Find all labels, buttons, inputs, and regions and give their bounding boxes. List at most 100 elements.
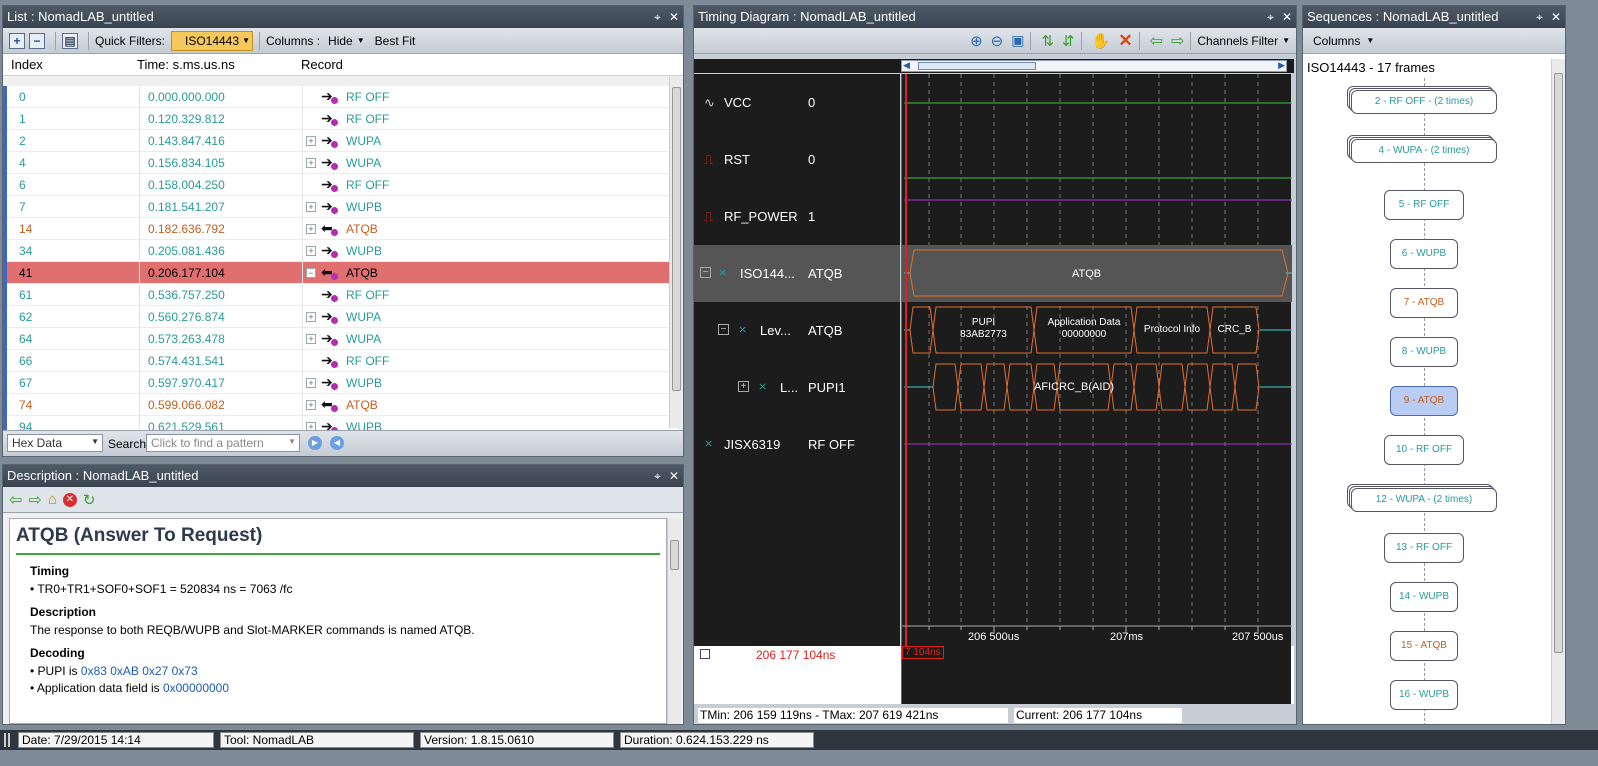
- table-row[interactable]: 34 0.205.081.436 + ➔ WUPB: [3, 240, 677, 262]
- channel-rst[interactable]: ⎍ RST 0: [694, 131, 900, 188]
- expand-toggle-icon[interactable]: +: [306, 378, 316, 388]
- table-row[interactable]: 4 0.156.834.105 + ➔ WUPA: [3, 152, 677, 174]
- description-scrollbar[interactable]: [667, 518, 681, 724]
- table-row[interactable]: 2 0.143.847.416 + ➔ WUPA: [3, 130, 677, 152]
- table-row[interactable]: 66 0.574.431.541 ➔ RF OFF: [3, 350, 677, 372]
- pin-icon[interactable]: ⌖: [654, 469, 661, 483]
- zoom-in-icon[interactable]: ⊕: [970, 32, 983, 50]
- refresh-icon[interactable]: ↻: [83, 491, 96, 509]
- cursor-marker[interactable]: 7 104ns: [902, 646, 944, 659]
- columns-button[interactable]: Columns: [1313, 34, 1360, 48]
- column-header-index[interactable]: Index: [11, 57, 43, 72]
- table-row[interactable]: 67 0.597.970.417 + ➔ WUPB: [3, 372, 677, 394]
- table-row[interactable]: 61 0.536.757.250 ➔ RF OFF: [3, 284, 677, 306]
- table-row[interactable]: 62 0.560.276.874 + ➔ WUPA: [3, 306, 677, 328]
- search-format-select[interactable]: Hex Data ▼: [7, 434, 103, 452]
- search-input[interactable]: Click to find a pattern ▼: [146, 434, 300, 452]
- expand-toggle-icon[interactable]: +: [306, 334, 316, 344]
- table-row[interactable]: 41 0.206.177.104 − ⬅ ATQB: [3, 262, 677, 284]
- zoom-fit-icon[interactable]: ▣: [1011, 32, 1024, 49]
- quick-filter-select[interactable]: ISO14443 ▼: [171, 30, 254, 51]
- close-icon[interactable]: ✕: [669, 10, 679, 24]
- sequences-scrollbar-thumb[interactable]: [1554, 73, 1563, 653]
- table-row[interactable]: 7 0.181.541.207 + ➔ WUPB: [3, 196, 677, 218]
- zoom-out-icon[interactable]: ⊖: [991, 32, 1004, 50]
- expand-toggle-icon[interactable]: +: [306, 246, 316, 256]
- expand-toggle-icon[interactable]: −: [306, 268, 316, 278]
- next-frame-icon[interactable]: ⇨: [1171, 31, 1184, 51]
- app-value-link[interactable]: 0x00000000: [163, 681, 229, 695]
- channel-vcc[interactable]: ∿ VCC 0: [694, 74, 900, 131]
- sequence-item[interactable]: 5 - RF OFF: [1384, 190, 1464, 220]
- expand-toggle-icon[interactable]: +: [738, 381, 749, 392]
- expand-toggle-icon[interactable]: +: [306, 202, 316, 212]
- waveform-area[interactable]: ATQB PUPI 83AB2773 Application Data 000000…: [901, 74, 1292, 646]
- timeline-scrollbar-thumb[interactable]: [918, 62, 1036, 70]
- sequence-item[interactable]: 4 - WUPA - (2 times): [1351, 139, 1497, 163]
- home-icon[interactable]: ⌂: [48, 491, 57, 508]
- expand-toggle-icon[interactable]: +: [306, 312, 316, 322]
- sequence-item[interactable]: 6 - WUPB: [1390, 239, 1458, 269]
- channel-rf-power[interactable]: ⎍ RF_POWER 1: [694, 188, 900, 245]
- sequence-item[interactable]: 2 - RF OFF - (2 times): [1351, 90, 1497, 114]
- sequence-item[interactable]: 10 - RF OFF: [1384, 435, 1464, 465]
- list-scrollbar[interactable]: [669, 77, 683, 428]
- pan-hand-icon[interactable]: ✋: [1092, 32, 1111, 50]
- description-scrollbar-thumb[interactable]: [670, 540, 679, 570]
- back-arrow-icon[interactable]: ⇦: [9, 490, 22, 510]
- expand-toggle-icon[interactable]: +: [306, 136, 316, 146]
- channel-sublevel[interactable]: + ⨯ L... PUPI1: [694, 359, 900, 416]
- list-scrollbar-thumb[interactable]: [672, 87, 681, 391]
- table-row[interactable]: 0 0.000.000.000 ➔ RF OFF: [3, 86, 677, 108]
- close-icon[interactable]: ✕: [669, 469, 679, 483]
- close-icon[interactable]: ✕: [1282, 10, 1292, 24]
- scroll-right-icon[interactable]: ▶: [1278, 60, 1285, 71]
- table-row[interactable]: 6 0.158.004.250 ➔ RF OFF: [3, 174, 677, 196]
- table-row[interactable]: 74 0.599.066.082 + ⬅ ATQB: [3, 394, 677, 416]
- sequence-item[interactable]: 8 - WUPB: [1390, 337, 1458, 367]
- channel-jisx6319[interactable]: ⨯ JISX6319 RF OFF: [694, 416, 900, 473]
- column-header-time[interactable]: Time: s.ms.us.ns: [137, 57, 235, 72]
- channel-level[interactable]: − ⨯ Lev... ATQB: [694, 302, 900, 359]
- prev-frame-icon[interactable]: ⇦: [1150, 31, 1163, 51]
- expand-toggle-icon[interactable]: +: [306, 158, 316, 168]
- table-row[interactable]: 14 0.182.636.792 + ⬅ ATQB: [3, 218, 677, 240]
- column-header-record[interactable]: Record: [301, 57, 343, 72]
- table-row[interactable]: 64 0.573.263.478 + ➔ WUPA: [3, 328, 677, 350]
- pupi-value-link[interactable]: 0x83 0xAB 0x27 0x73: [81, 664, 198, 678]
- collapse-channels-icon[interactable]: ⇵: [1062, 32, 1075, 50]
- sequence-item[interactable]: 14 - WUPB: [1390, 582, 1458, 612]
- sequence-item[interactable]: 12 - WUPA - (2 times): [1351, 488, 1497, 512]
- stop-icon[interactable]: ✕: [62, 492, 77, 507]
- expand-channels-icon[interactable]: ⇅: [1041, 32, 1054, 50]
- forward-arrow-icon[interactable]: ⇨: [28, 490, 41, 510]
- sequence-item[interactable]: 7 - ATQB: [1390, 288, 1458, 318]
- search-prev-icon[interactable]: ◀: [330, 436, 344, 450]
- scroll-left-icon[interactable]: ◀: [903, 60, 910, 71]
- clear-icon[interactable]: ✕: [1118, 31, 1132, 51]
- close-icon[interactable]: ✕: [1551, 10, 1561, 24]
- pin-icon[interactable]: ⌖: [1536, 10, 1543, 24]
- expand-toggle-icon[interactable]: +: [306, 224, 316, 234]
- table-row[interactable]: 1 0.120.329.812 ➔ RF OFF: [3, 108, 677, 130]
- sequences-scrollbar[interactable]: [1551, 59, 1565, 724]
- hide-button[interactable]: Hide: [328, 34, 353, 48]
- sequence-item[interactable]: 9 - ATQB: [1390, 386, 1458, 416]
- sequence-item[interactable]: 15 - ATQB: [1390, 631, 1458, 661]
- sequence-item[interactable]: 16 - WUPB: [1390, 680, 1458, 710]
- timeline-scrollbar-track[interactable]: ◀ ▶: [901, 60, 1287, 72]
- timeline-scrollbar[interactable]: ◀ ▶: [694, 59, 1294, 73]
- collapse-toggle-icon[interactable]: −: [700, 267, 711, 278]
- expand-toggle-icon[interactable]: +: [306, 400, 316, 410]
- expand-all-button[interactable]: +: [9, 32, 25, 49]
- channel-iso14443[interactable]: − ⨯ ISO144... ATQB: [694, 245, 900, 302]
- channels-filter-button[interactable]: Channels Filter: [1197, 34, 1278, 48]
- sequence-item[interactable]: 13 - RF OFF: [1384, 533, 1464, 563]
- pin-icon[interactable]: ⌖: [1267, 10, 1274, 24]
- collapse-toggle-icon[interactable]: −: [718, 324, 729, 335]
- pin-icon[interactable]: ⌖: [654, 10, 661, 24]
- best-fit-button[interactable]: Best Fit: [375, 34, 416, 48]
- export-icon[interactable]: ▤: [62, 32, 78, 49]
- search-next-icon[interactable]: ▶: [308, 436, 322, 450]
- cursor-checkbox[interactable]: [700, 649, 710, 659]
